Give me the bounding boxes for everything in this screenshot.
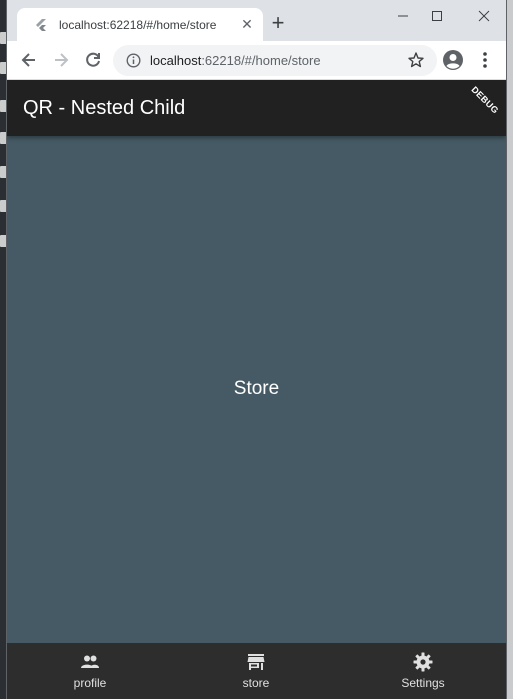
kebab-menu-icon[interactable] (478, 50, 492, 70)
nav-label-settings: Settings (401, 676, 445, 690)
forward-arrow-icon[interactable] (51, 50, 71, 70)
minimize-icon[interactable] (391, 6, 415, 26)
page-title: QR - Nested Child (23, 97, 186, 119)
background-icon (0, 100, 7, 112)
close-window-icon[interactable] (472, 6, 496, 26)
bookmark-star-icon[interactable] (407, 51, 425, 69)
tab-title: localhost:62218/#/home/store (59, 18, 217, 32)
url-host: localhost (150, 53, 202, 68)
maximize-icon[interactable] (425, 6, 449, 26)
background-window-left (0, 0, 7, 699)
new-tab-button[interactable]: + (268, 12, 288, 34)
tab-strip: localhost:62218/#/home/store ✕ + (7, 0, 506, 41)
nav-item-settings[interactable]: Settings (340, 643, 506, 699)
background-icon (0, 235, 7, 247)
tab-close-icon[interactable]: ✕ (239, 16, 255, 32)
bottom-navigation-bar: profile store Settings (7, 643, 506, 699)
background-icon (0, 132, 7, 144)
background-window-right (506, 0, 513, 699)
back-arrow-icon[interactable] (19, 50, 39, 70)
url-text[interactable]: localhost:62218/#/home/store (150, 53, 321, 68)
browser-toolbar: localhost:62218/#/home/store (7, 41, 506, 80)
reload-icon[interactable] (83, 50, 103, 70)
background-icon (0, 200, 7, 212)
nav-label-store: store (242, 676, 270, 690)
flutter-favicon-icon (36, 19, 46, 31)
nav-label-profile: profile (73, 676, 107, 690)
info-icon[interactable] (126, 53, 141, 68)
store-icon (247, 654, 265, 670)
url-path: :62218/#/home/store (201, 53, 321, 68)
background-icon (0, 166, 7, 178)
browser-tab[interactable]: localhost:62218/#/home/store ✕ (17, 8, 263, 41)
browser-window: localhost:62218/#/home/store ✕ + localho… (7, 0, 506, 699)
gear-icon (413, 652, 433, 672)
background-icon (0, 32, 7, 44)
app-bar: QR - Nested Child (7, 80, 506, 136)
address-bar[interactable]: localhost:62218/#/home/store (113, 45, 437, 76)
background-icon (0, 62, 7, 74)
flutter-app: QR - Nested Child DEBUG Store profile st… (7, 80, 506, 699)
store-page-label: Store (233, 378, 280, 399)
people-icon (81, 655, 99, 668)
nav-item-profile[interactable]: profile (7, 643, 173, 699)
nav-item-store[interactable]: store (173, 643, 339, 699)
profile-avatar-icon[interactable] (442, 49, 464, 71)
